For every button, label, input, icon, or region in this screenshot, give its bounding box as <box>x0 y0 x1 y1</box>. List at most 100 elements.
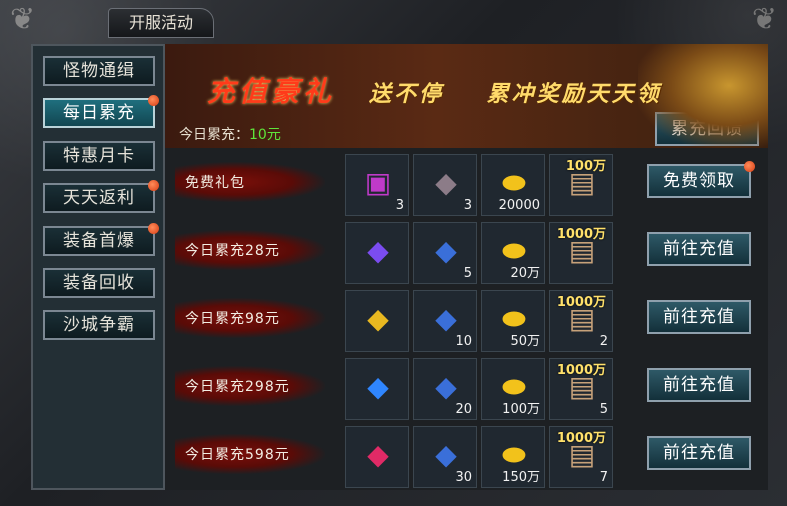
row-label: 今日累充298元 <box>185 379 290 395</box>
reward-row: 今日累充28元 ◆ ◆ 5 ⬬ 20万 ▤ 1000万 前往充值 <box>165 218 768 284</box>
reward-item-slot[interactable]: ⬬ 50万 <box>481 290 545 352</box>
item-quantity: 20万 <box>510 266 540 281</box>
reward-row: 今日累充598元 ◆ ◆ 30 ⬬ 150万 ▤ 1000万 7 前往充值 <box>165 422 768 488</box>
item-quantity: 20 <box>455 402 472 417</box>
treasure-chest-icon: ▣ <box>364 166 392 199</box>
reward-row: 免费礼包 ▣ 3 ◆ 3 ⬬ 20000 ▤ 100万 免费领取 <box>165 150 768 216</box>
sidebar-tab-2[interactable]: 每日累充 <box>43 95 159 128</box>
reward-item-slot[interactable]: ⬬ 20000 <box>481 154 545 216</box>
banner-subtitle: 送不停 累冲奖励天天领 <box>369 81 662 107</box>
item-amount-top: 1000万 <box>556 227 606 242</box>
sidebar-tab-label: 天天返利 <box>63 188 135 208</box>
item-amount-top: 1000万 <box>556 295 606 310</box>
banner: 充值豪礼 送不停 累冲奖励天天领 今日累充：10元 累充回馈 <box>165 44 768 148</box>
item-amount-top: 1000万 <box>556 363 606 378</box>
item-quantity: 20000 <box>498 198 540 213</box>
main-panel: 充值豪礼 送不停 累冲奖励天天领 今日累充：10元 累充回馈 免费礼包 ▣ 3 ◆ 3 ⬬… <box>165 44 768 490</box>
sidebar-tab-label: 特惠月卡 <box>63 146 135 166</box>
reward-item-slot[interactable]: ▤ 1000万 <box>549 222 613 284</box>
reward-item-slot[interactable]: ◆ 3 <box>413 154 477 216</box>
button-label: 前往充值 <box>663 375 735 395</box>
row-label: 今日累充98元 <box>185 311 280 327</box>
reward-row: 今日累充298元 ◆ ◆ 20 ⬬ 100万 ▤ 1000万 5 前往充值 <box>165 354 768 420</box>
reward-item-slot[interactable]: ▤ 100万 <box>549 154 613 216</box>
reward-item-slot[interactable]: ▣ 3 <box>345 154 409 216</box>
sidebar-tab-5[interactable]: 装备首爆 <box>43 223 159 256</box>
recharge-feedback-button[interactable]: 累充回馈 <box>655 112 759 146</box>
dragon-ornament-right-icon: ❦ <box>751 2 777 37</box>
red-gem-icon: ◆ <box>367 438 389 471</box>
reward-item-slot[interactable]: ⬬ 150万 <box>481 426 545 488</box>
today-total-label: 今日累充： <box>179 127 249 143</box>
sidebar-tab-4[interactable]: 天天返利 <box>43 180 159 213</box>
blue-crystal-icon: ◆ <box>435 370 457 403</box>
notification-dot-icon <box>148 95 159 106</box>
dragon-ornament-left-icon: ❦ <box>10 2 36 37</box>
banner-title: 充值豪礼 <box>207 75 336 108</box>
button-label: 前往充值 <box>663 443 735 463</box>
today-total-value: 10元 <box>249 127 281 143</box>
yellow-gem-icon: ◆ <box>367 302 389 335</box>
claim-free-button[interactable]: 免费领取 <box>647 161 755 198</box>
reward-item-slot[interactable]: ◆ 10 <box>413 290 477 352</box>
sidebar-tab-6[interactable]: 装备回收 <box>43 268 155 298</box>
button-label: 免费领取 <box>663 171 735 191</box>
go-recharge-button[interactable]: 前往充值 <box>647 232 751 266</box>
item-quantity: 150万 <box>502 470 540 485</box>
reward-item-slot[interactable]: ◆ <box>345 222 409 284</box>
sidebar-tab-label: 每日累充 <box>63 103 135 123</box>
blue-crystal-icon: ◆ <box>435 438 457 471</box>
reward-item-slot[interactable]: ◆ 5 <box>413 222 477 284</box>
activity-window: ❦ ❦ 开服活动 怪物通缉每日累充特惠月卡天天返利装备首爆装备回收沙城争霸 充值… <box>0 0 787 506</box>
go-recharge-button[interactable]: 前往充值 <box>647 436 751 470</box>
reward-item-slot[interactable]: ▤ 1000万 2 <box>549 290 613 352</box>
notification-dot-icon <box>148 180 159 191</box>
reward-item-slot[interactable]: ▤ 1000万 5 <box>549 358 613 420</box>
reward-item-slot[interactable]: ◆ 20 <box>413 358 477 420</box>
sidebar-tab-1[interactable]: 怪物通缉 <box>43 56 155 86</box>
row-label: 免费礼包 <box>185 175 245 191</box>
sidebar-tab-7[interactable]: 沙城争霸 <box>43 310 155 340</box>
today-total: 今日累充：10元 <box>179 124 281 144</box>
reward-item-slot[interactable]: ⬬ 100万 <box>481 358 545 420</box>
blue-crystal-icon: ◆ <box>435 234 457 267</box>
item-quantity: 2 <box>599 334 608 349</box>
item-quantity: 30 <box>455 470 472 485</box>
reward-item-slot[interactable]: ◆ <box>345 358 409 420</box>
item-quantity: 5 <box>463 266 472 281</box>
blue-gem-icon: ◆ <box>367 370 389 403</box>
sidebar-tab-label: 装备首爆 <box>63 231 135 251</box>
button-label: 前往充值 <box>663 239 735 259</box>
go-recharge-button[interactable]: 前往充值 <box>647 368 751 402</box>
sidebar-tab-label: 怪物通缉 <box>63 61 135 81</box>
reward-item-slot[interactable]: ◆ <box>345 290 409 352</box>
reward-row: 今日累充98元 ◆ ◆ 10 ⬬ 50万 ▤ 1000万 2 前往充值 <box>165 286 768 352</box>
reward-item-slot[interactable]: ⬬ 20万 <box>481 222 545 284</box>
row-label: 今日累充598元 <box>185 447 290 463</box>
notification-dot-icon <box>744 161 755 172</box>
reward-item-slot[interactable]: ◆ 30 <box>413 426 477 488</box>
item-amount-top: 1000万 <box>556 431 606 446</box>
purple-gem-icon: ◆ <box>367 234 389 267</box>
item-quantity: 50万 <box>510 334 540 349</box>
sidebar-tab-label: 装备回收 <box>63 273 135 293</box>
reward-item-slot[interactable]: ▤ 1000万 7 <box>549 426 613 488</box>
go-recharge-button[interactable]: 前往充值 <box>647 300 751 334</box>
item-quantity: 10 <box>455 334 472 349</box>
blue-crystal-icon: ◆ <box>435 302 457 335</box>
sidebar-tab-label: 沙城争霸 <box>63 315 135 335</box>
window-title: 开服活动 <box>108 8 214 38</box>
ore-stone-icon: ◆ <box>435 166 457 199</box>
sidebar: 怪物通缉每日累充特惠月卡天天返利装备首爆装备回收沙城争霸 <box>31 44 165 490</box>
button-label: 前往充值 <box>663 307 735 327</box>
item-amount-top: 100万 <box>565 159 606 174</box>
sidebar-tab-3[interactable]: 特惠月卡 <box>43 141 155 171</box>
notification-dot-icon <box>148 223 159 234</box>
item-quantity: 3 <box>395 198 404 213</box>
row-label: 今日累充28元 <box>185 243 280 259</box>
item-quantity: 100万 <box>502 402 540 417</box>
gold-ingot-icon: ⬬ <box>502 166 526 199</box>
reward-item-slot[interactable]: ◆ <box>345 426 409 488</box>
item-quantity: 5 <box>599 402 608 417</box>
item-quantity: 7 <box>599 470 608 485</box>
